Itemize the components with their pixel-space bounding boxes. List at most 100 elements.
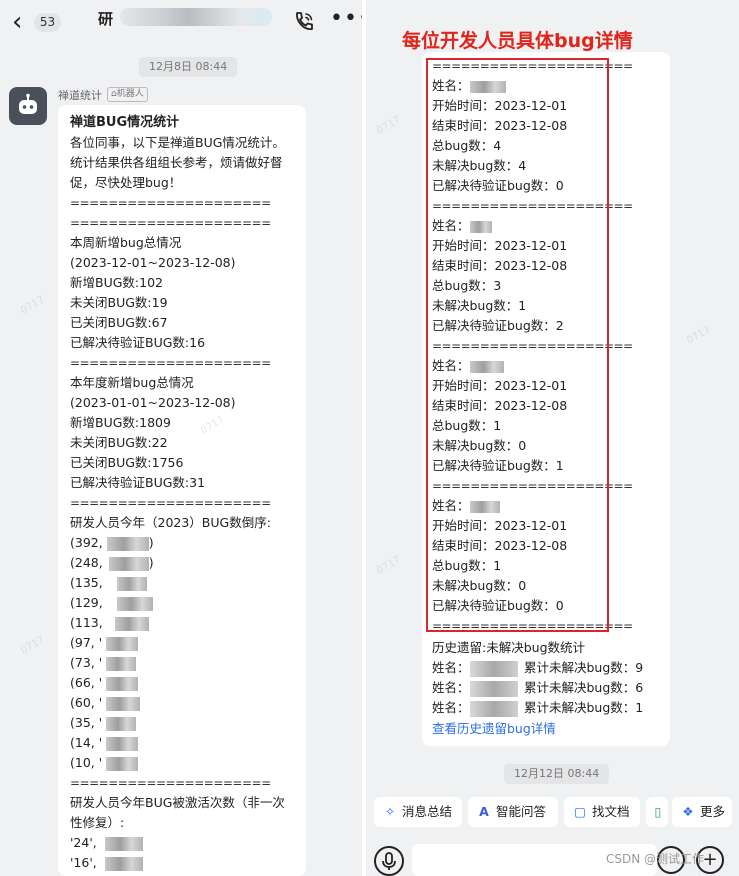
dev-start-row: 开始时间：2023-12-01 (432, 236, 660, 256)
ranking-close: ) (148, 555, 154, 570)
yearly-line: 已关闭BUG数:1756 (70, 455, 184, 470)
ranking-row: (135, (70, 573, 294, 593)
more-label: 更多 (700, 804, 726, 819)
dev-end-row: 结束时间：2023-12-08 (432, 396, 660, 416)
redacted-name (106, 536, 149, 551)
separator-line: ===================== (432, 619, 633, 633)
bot-tag-label: 机器人 (116, 89, 144, 99)
redacted-name (116, 596, 153, 611)
ranking-count: (10, ' (70, 755, 103, 770)
total-label: 总bug数： (432, 138, 494, 153)
unresolved-value: 0 (518, 578, 527, 593)
dev-name-row: 姓名： (432, 496, 660, 516)
ranking-row: (66, ' (70, 673, 294, 693)
start-label: 开始时间： (432, 378, 495, 393)
unresolved-value: 0 (518, 438, 527, 453)
dev-end-row: 结束时间：2023-12-08 (432, 536, 660, 556)
dev-total-row: 总bug数：1 (432, 416, 660, 436)
history-detail-link[interactable]: 查看历史遗留bug详情 (432, 718, 666, 740)
redacted-name (470, 700, 518, 717)
start-label: 开始时间： (432, 98, 495, 113)
developer-detail-list: ===================== 姓名： 开始时间：2023-12-0… (432, 56, 660, 636)
more-options-icon[interactable]: ••• (330, 6, 362, 31)
redacted-name (469, 360, 504, 373)
total-label: 总bug数： (432, 558, 494, 573)
pending-value: 0 (555, 598, 564, 613)
redacted-name (470, 680, 518, 697)
end-value: 2023-12-08 (494, 398, 568, 413)
redacted-name (106, 656, 137, 671)
end-label: 结束时间： (432, 398, 495, 413)
history-row: 姓名： 累计未解决bug数：9 (432, 658, 666, 678)
doc-icon: ▯ (654, 804, 662, 819)
robot-icon (19, 93, 37, 114)
more-button[interactable]: ❖ 更多 (672, 797, 732, 827)
find-doc-button[interactable]: ▢ 找文档 (564, 797, 640, 827)
total-label: 总bug数： (432, 278, 494, 293)
dev-total-row: 总bug数：4 (432, 136, 660, 156)
ai-icon: A (479, 804, 489, 819)
count-label: 累计未解决bug数： (524, 660, 636, 675)
start-value: 2023-12-01 (494, 98, 568, 113)
weekly-line: 本周新增bug总情况 (70, 235, 182, 250)
ranking-row: (113, (70, 613, 294, 633)
name-label: 姓名： (432, 358, 470, 373)
back-icon[interactable]: ‹ (12, 8, 34, 36)
reactivation-row: '16', (70, 853, 294, 873)
ranking-row: (73, ' (70, 653, 294, 673)
history-row: 姓名： 累计未解决bug数：6 (432, 678, 666, 698)
sender-name: 禅道统计 (58, 89, 102, 102)
redacted-name (104, 856, 143, 871)
end-value: 2023-12-08 (494, 258, 568, 273)
start-value: 2023-12-01 (494, 238, 568, 253)
dev-end-row: 结束时间：2023-12-08 (432, 256, 660, 276)
weekly-line: (2023-12-01~2023-12-08) (70, 255, 236, 270)
pending-label: 已解决待验证bug数： (432, 458, 556, 473)
separator-line: ===================== (432, 479, 633, 493)
total-value: 4 (493, 138, 502, 153)
summary-button[interactable]: ✧ 消息总结 (374, 797, 462, 827)
dev-start-row: 开始时间：2023-12-01 (432, 376, 660, 396)
yearly-line: 本年度新增bug总情况 (70, 375, 194, 390)
ranking-count: (392, (70, 535, 103, 550)
pending-value: 0 (555, 178, 564, 193)
separator-line: ===================== (70, 496, 271, 510)
unresolved-value: 4 (518, 158, 527, 173)
ranking-row: (14, ' (70, 733, 294, 753)
watermark: 0717 (18, 634, 47, 657)
csdn-watermark: CSDN @测试工作 (606, 852, 705, 866)
name-label: 姓名： (432, 700, 470, 715)
start-value: 2023-12-01 (494, 518, 568, 533)
redacted-name (116, 576, 147, 591)
voice-input-icon[interactable] (374, 846, 404, 876)
annotation-label: 每位开发人员具体bug详情 (402, 30, 633, 52)
ranking-count: (248, (70, 555, 103, 570)
unresolved-value: 1 (518, 298, 527, 313)
chat-header: ‹ 53 研 ••• (0, 0, 362, 44)
ranking-row: (392,) (70, 533, 294, 553)
doc-search-icon: ▢ (574, 804, 586, 819)
chat-title: 研 (98, 10, 114, 28)
ranking-count: (135, (70, 575, 103, 590)
redacted-name (108, 556, 149, 571)
name-label: 姓名： (432, 78, 470, 93)
dev-unresolved-row: 未解决bug数：0 (432, 576, 660, 596)
dev-pending-row: 已解决待验证bug数：1 (432, 456, 660, 476)
ai-qa-button[interactable]: A 智能问答 (468, 797, 558, 827)
bot-avatar[interactable] (9, 87, 47, 125)
doc-button[interactable]: ▯ (646, 797, 668, 827)
dev-start-row: 开始时间：2023-12-01 (432, 516, 660, 536)
reactivation-title: 研发人员今年BUG被激活次数（非一次性修复）: (70, 795, 285, 830)
reactivation-count: '24', (70, 835, 97, 850)
redacted-name (114, 616, 149, 631)
right-chat-panel: 每位开发人员具体bug详情 ===================== 姓名： … (366, 0, 739, 876)
count-value: 9 (635, 660, 644, 675)
redacted-name (106, 696, 141, 711)
phone-call-icon[interactable] (292, 10, 316, 34)
separator-line: ===================== (70, 216, 271, 230)
end-label: 结束时间： (432, 258, 495, 273)
watermark: 0717 (684, 324, 713, 347)
dev-start-row: 开始时间：2023-12-01 (432, 96, 660, 116)
message-intro: 各位同事，以下是禅道BUG情况统计。统计结果供各组组长参考，烦请做好督促，尽快处… (70, 135, 285, 190)
separator-line: ===================== (432, 339, 633, 353)
